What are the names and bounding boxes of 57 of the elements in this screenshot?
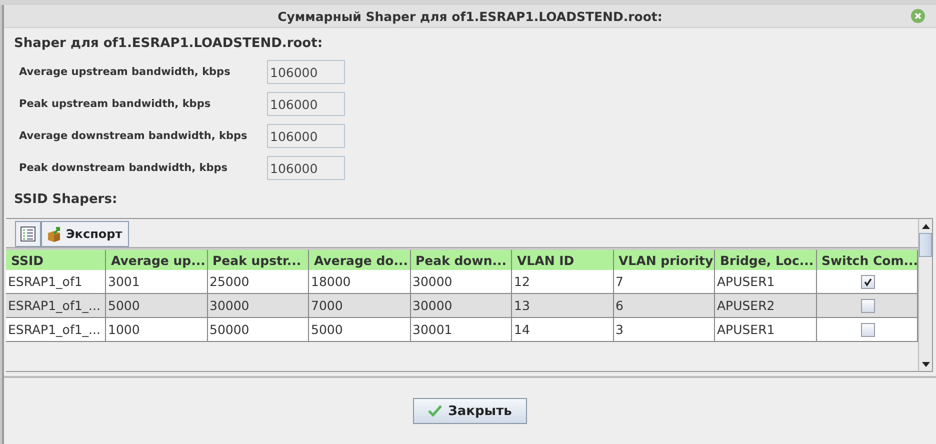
column-header[interactable]: VLAN ID: [512, 250, 614, 270]
column-header[interactable]: Peak down...: [410, 250, 512, 270]
table-cell: ESRAP1_of1_...: [6, 318, 106, 341]
table-cell: 18000: [309, 270, 410, 293]
table-cell: 50000: [208, 318, 309, 341]
input-field[interactable]: 106000: [267, 60, 345, 84]
field-label: Average upstream bandwidth, kbps: [18, 66, 232, 78]
column-header[interactable]: VLAN priority: [614, 250, 715, 270]
table-cell: ESRAP1_of1: [6, 270, 106, 293]
table-cell: APUSER1: [715, 270, 816, 293]
scroll-thumb[interactable]: [919, 233, 932, 257]
input-field[interactable]: 106000: [267, 124, 345, 148]
field-label: Peak downstream bandwidth, kbps: [18, 162, 229, 174]
table-cell: 3001: [106, 270, 208, 293]
table-cell: APUSER1: [715, 318, 816, 341]
section-heading: Shaper для of1.ESRAP1.LOADSTEND.root:: [14, 36, 324, 53]
table-cell: 30000: [410, 270, 512, 293]
close-button[interactable]: Закрыть: [413, 398, 527, 424]
field-label: Peak upstream bandwidth, kbps: [18, 98, 212, 110]
export-button[interactable]: Экспорт: [41, 221, 130, 247]
window-title: Суммарный Shaper для of1.ESRAP1.LOADSTEND.root:: [278, 8, 662, 24]
table-cell: 14: [512, 318, 614, 341]
scroll-up-icon[interactable]: [922, 224, 930, 228]
column-header[interactable]: SSID: [6, 250, 106, 270]
field-label: Average downstream bandwidth, kbps: [18, 130, 248, 142]
column-header[interactable]: Switch Com...: [816, 250, 918, 270]
check-icon: [428, 405, 442, 417]
list-icon[interactable]: [15, 221, 41, 247]
close-icon[interactable]: [911, 9, 925, 23]
table-cell: 30000: [410, 294, 512, 317]
checkbox[interactable]: [860, 274, 875, 288]
column-header[interactable]: Average do...: [309, 250, 410, 270]
table-cell: 12: [512, 270, 614, 293]
table-cell: 7000: [309, 294, 410, 317]
table-cell: 25000: [208, 270, 309, 293]
table-cell: 30000: [208, 294, 309, 317]
checkbox[interactable]: [860, 322, 875, 336]
column-header[interactable]: Average up...: [106, 250, 208, 270]
table-cell: 13: [512, 294, 614, 317]
table-cell: 1000: [106, 318, 208, 341]
input-field[interactable]: 106000: [267, 92, 345, 116]
scrollbar[interactable]: [918, 219, 932, 371]
scroll-down-icon[interactable]: [922, 362, 930, 366]
section-heading: SSID Shapers:: [14, 192, 118, 209]
checkbox[interactable]: [860, 298, 875, 312]
table-cell: APUSER2: [715, 294, 816, 317]
table-cell: ESRAP1_of1_...: [6, 294, 106, 317]
column-header[interactable]: Peak upstr...: [208, 250, 309, 270]
table-cell: 30001: [410, 318, 512, 341]
table-cell: 5000: [106, 294, 208, 317]
table-cell: 3: [614, 318, 715, 341]
table-cell: 6: [614, 294, 715, 317]
input-field[interactable]: 106000: [267, 156, 345, 180]
table-cell: 5000: [309, 318, 410, 341]
box-icon: [46, 226, 62, 242]
column-header[interactable]: Bridge, Loc...: [715, 250, 816, 270]
table-cell: 7: [614, 270, 715, 293]
